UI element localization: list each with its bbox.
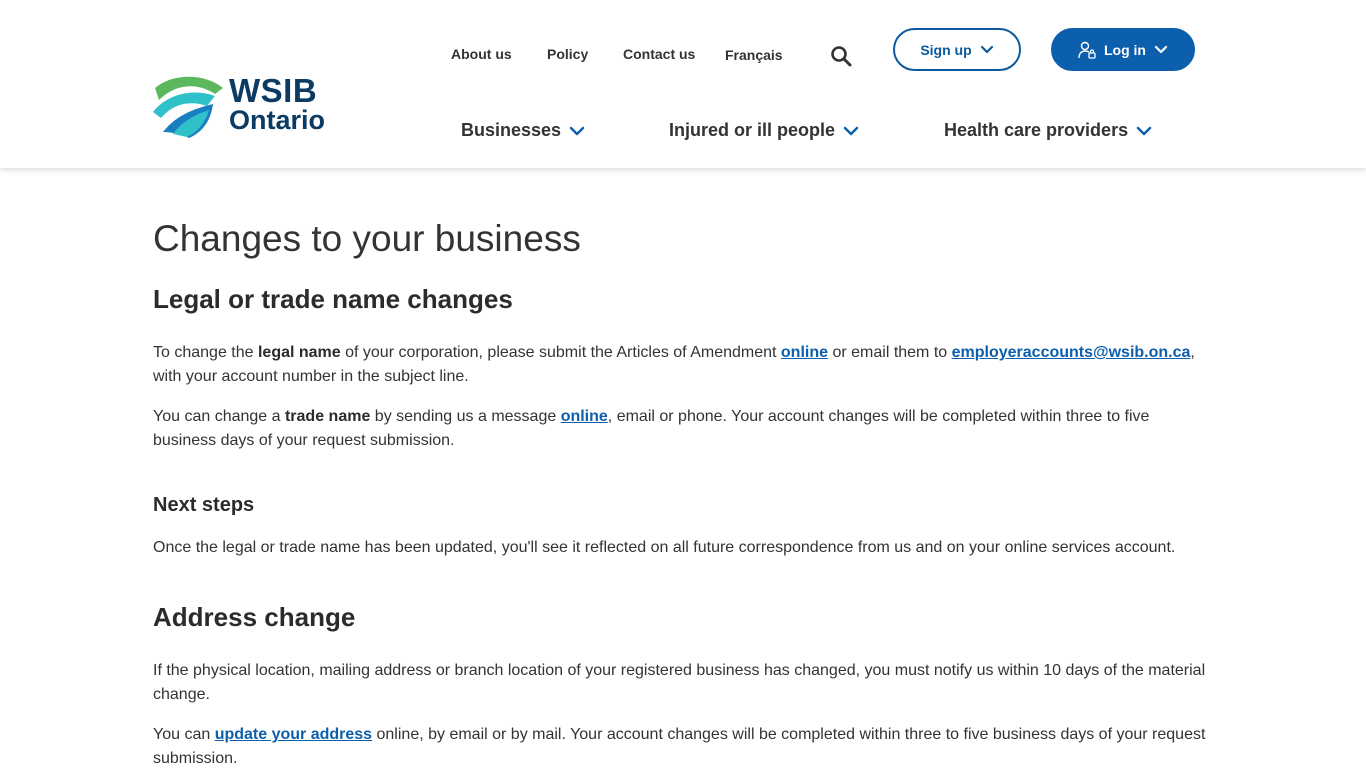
paragraph-trade-name: You can change a trade name by sending u… [153,408,1150,449]
logo-mark-icon [153,76,223,138]
chevron-down-icon [980,45,993,53]
wsib-logo[interactable]: WSIB Ontario [153,74,335,140]
nav-health-care-label: Health care providers [944,120,1129,140]
next-steps-heading: Next steps [153,494,255,516]
online-link[interactable]: online [561,408,608,425]
online-link[interactable]: online [781,344,828,361]
section-heading-address-change: Address change [153,602,356,632]
logo-wordmark-line2: Ontario [229,105,326,135]
nav-about-us[interactable]: About us [451,46,512,62]
nav-policy[interactable]: Policy [547,46,588,62]
chevron-down-icon [843,126,859,135]
log-in-button[interactable]: Log in [1051,28,1195,71]
nav-contact-us[interactable]: Contact us [623,46,695,62]
sign-up-label: Sign up [920,41,972,58]
chevron-down-icon [1154,45,1168,53]
chevron-down-icon [1136,126,1152,135]
search-icon [831,46,852,67]
nav-language-toggle[interactable]: Français [725,47,783,63]
paragraph-next-steps: Once the legal or trade name has been up… [153,539,1176,556]
section-heading-name-changes: Legal or trade name changes [153,284,513,314]
log-in-label: Log in [1104,41,1146,58]
site-header: WSIB Ontario About us Policy Contact us … [0,0,1366,168]
paragraph-legal-name: To change the legal name of your corpora… [153,344,1195,385]
search-button[interactable] [829,44,853,68]
nav-injured-or-ill-people[interactable]: Injured or ill people [669,120,859,141]
paragraph-address-notify: If the physical location, mailing addres… [153,662,1206,703]
sign-up-button[interactable]: Sign up [893,28,1021,71]
page-title: Changes to your business [153,218,581,259]
logo-wordmark-line1: WSIB [229,72,318,109]
nav-health-care-providers[interactable]: Health care providers [944,120,1152,141]
paragraph-address-update: You can update your address online, by e… [153,726,1206,767]
nav-injured-label: Injured or ill people [669,120,836,140]
nav-businesses[interactable]: Businesses [461,120,585,141]
email-link[interactable]: employeraccounts@wsib.on.ca [952,344,1191,361]
chevron-down-icon [569,126,585,135]
user-lock-icon [1078,41,1096,59]
update-address-link[interactable]: update your address [215,726,372,743]
nav-businesses-label: Businesses [461,120,562,140]
